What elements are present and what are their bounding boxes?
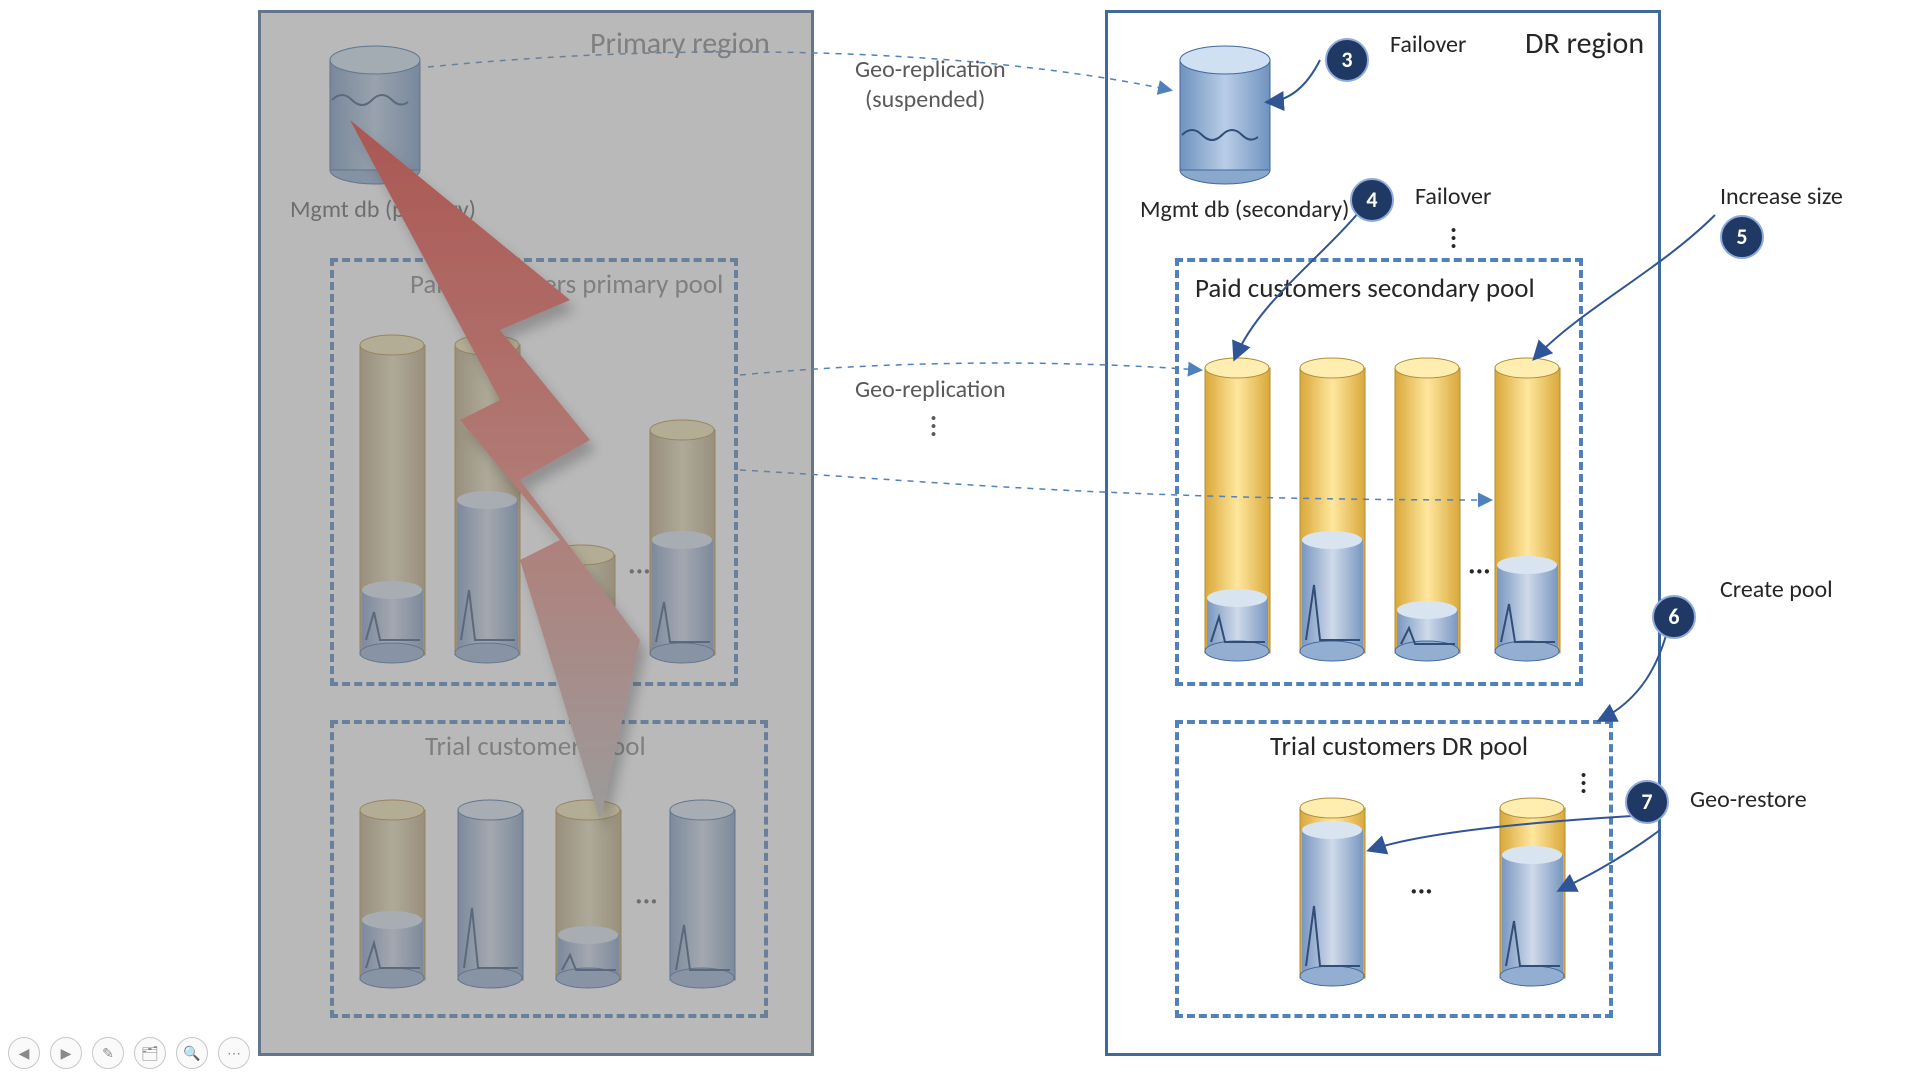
primary-region-disabled-overlay [258,10,814,1056]
step7-vdots: ··· [1580,770,1587,794]
step7-label: Geo-restore [1690,785,1807,814]
step-badge-7: 7 [1625,780,1669,824]
step-badge-4: 4 [1350,178,1394,222]
step6-label: Create pool [1720,575,1833,604]
dr-paid-pool [1175,258,1583,686]
all-slides-button[interactable]: 🗂 [134,1037,166,1069]
zoom-button[interactable]: 🔍 [176,1037,208,1069]
slideshow-toolbar: ◀ ▶ ✎ 🗂 🔍 ⋯ [8,1037,250,1069]
dr-region-title: DR region [1525,25,1644,62]
geo-suspended-label-line1: Geo-replication [855,55,1006,84]
geo-suspended-label-line2: (suspended) [865,85,985,114]
step5-label: Increase size [1720,182,1843,211]
dr-trial-pool [1175,720,1613,1018]
step3-label: Failover [1390,30,1466,59]
more-options-button[interactable]: ⋯ [218,1037,250,1069]
prev-slide-button[interactable]: ◀ [8,1037,40,1069]
step-badge-5: 5 [1720,215,1764,259]
step-badge-6: 6 [1652,595,1696,639]
geo-replication-vdots: ··· [930,413,937,437]
next-slide-button[interactable]: ▶ [50,1037,82,1069]
dr-paid-pool-title: Paid customers secondary pool [1195,272,1535,305]
step4-vdots: ··· [1450,225,1457,249]
dr-trial-pool-title: Trial customers DR pool [1270,730,1528,763]
step-badge-3: 3 [1325,38,1369,82]
step4-label: Failover [1415,182,1491,211]
dr-mgmt-db-label: Mgmt db (secondary) [1140,195,1349,224]
pen-tool-button[interactable]: ✎ [92,1037,124,1069]
